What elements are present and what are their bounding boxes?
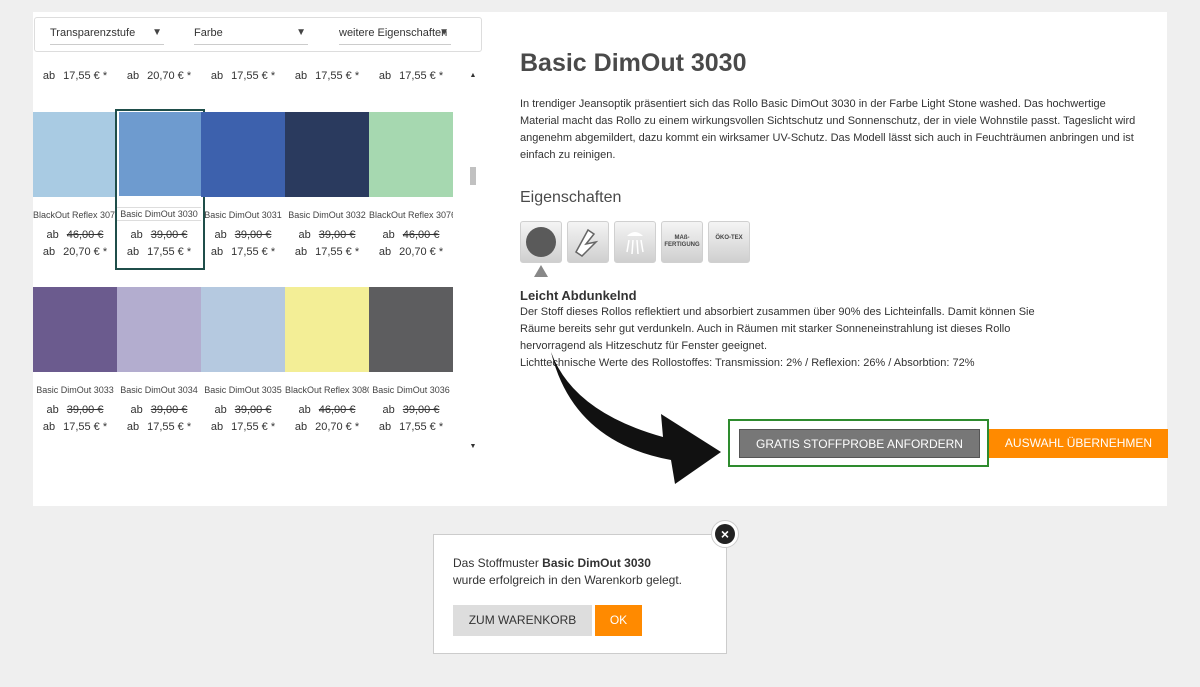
- swatch-color[interactable]: [285, 287, 369, 372]
- price-row: ab 17,55 € * ab 20,70 € * ab 17,55 € * ab 17…: [33, 70, 453, 86]
- swatch-name: Basic DimOut 3033: [36, 385, 114, 395]
- swatch-tile[interactable]: Basic DimOut 3033 ab 39,00 € ab 17,55 € *: [33, 287, 117, 452]
- price-cell: ab 17,55 € *: [210, 70, 276, 82]
- custom-made-icon[interactable]: MAß-FERTIGUNG: [661, 221, 703, 263]
- swatch-tile[interactable]: BlackOut Reflex 3072 ab 46,00 € ab 20,70 € *: [33, 112, 117, 286]
- popup-close-button[interactable]: ×: [711, 520, 739, 548]
- old-price: ab 46,00 €: [46, 229, 104, 241]
- filter-bar: Transparenzstufe ▼ Farbe ▼ weitere Eigen…: [34, 17, 482, 52]
- price-cell: ab 20,70 € *: [126, 70, 192, 82]
- new-price: ab 20,70 € *: [42, 246, 108, 258]
- grid-scrollbar[interactable]: ▲ ▼: [469, 72, 477, 450]
- old-price: ab 46,00 €: [382, 229, 440, 241]
- filter-color[interactable]: Farbe ▼: [194, 27, 308, 45]
- swatch-name: BlackOut Reflex 3076: [369, 210, 453, 220]
- new-price: ab 17,55 € *: [126, 246, 192, 258]
- close-icon: ×: [715, 524, 735, 544]
- swatch-color[interactable]: [117, 287, 201, 372]
- swatch-color[interactable]: [33, 287, 117, 372]
- filter-label: Farbe: [194, 27, 223, 39]
- annotation-arrow-icon: [551, 352, 721, 484]
- old-price: ab 39,00 €: [46, 404, 104, 416]
- swatch-name: BlackOut Reflex 3072: [33, 210, 117, 220]
- product-description: In trendiger Jeansoptik präsentiert sich…: [520, 98, 1136, 161]
- new-price: ab 17,55 € *: [42, 421, 108, 433]
- new-price: ab 20,70 € *: [378, 246, 444, 258]
- swatch-tile[interactable]: Basic DimOut 3030 ab 39,00 € ab 17,55 € *: [115, 109, 205, 286]
- swatch-tile[interactable]: Basic DimOut 3031 ab 39,00 € ab 17,55 € *: [201, 112, 285, 286]
- old-price: ab 39,00 €: [382, 404, 440, 416]
- swatch-color[interactable]: [119, 112, 201, 196]
- swatch-color[interactable]: [369, 112, 453, 197]
- swatch-tile[interactable]: Basic DimOut 3032 ab 39,00 € ab 17,55 € *: [285, 112, 369, 286]
- swatch-tile[interactable]: Basic DimOut 3034 ab 39,00 € ab 17,55 € *: [117, 287, 201, 452]
- product-title: Basic DimOut 3030: [520, 49, 747, 77]
- caret-down-icon: ▼: [439, 27, 449, 38]
- pointer-triangle: [534, 265, 548, 277]
- swatch-name: BlackOut Reflex 3080: [285, 385, 369, 395]
- swatch-color[interactable]: [33, 112, 117, 197]
- new-price: ab 17,55 € *: [126, 421, 192, 433]
- swatch-color[interactable]: [201, 112, 285, 197]
- popup-message: Das Stoffmuster Basic DimOut 3030 wurde …: [453, 556, 683, 587]
- swatch-name: Basic DimOut 3036: [372, 385, 450, 395]
- scroll-up-icon[interactable]: ▲: [469, 72, 477, 79]
- caret-down-icon: ▼: [296, 27, 306, 38]
- oeko-tex-icon[interactable]: ÖKO-TEX: [708, 221, 750, 263]
- filter-transparency[interactable]: Transparenzstufe ▼: [50, 27, 164, 45]
- caret-down-icon: ▼: [152, 27, 162, 38]
- old-price: ab 39,00 €: [130, 229, 188, 241]
- product-panel: Transparenzstufe ▼ Farbe ▼ weitere Eigen…: [33, 12, 1168, 506]
- scroll-down-icon[interactable]: ▼: [469, 443, 477, 450]
- swatch-tile[interactable]: BlackOut Reflex 3076 ab 46,00 € ab 20,70 € *: [369, 112, 453, 286]
- swatch-name: Basic DimOut 3034: [120, 385, 198, 395]
- swatch-name: Basic DimOut 3035: [204, 385, 282, 395]
- ok-button[interactable]: OK: [595, 605, 642, 636]
- cart-popup: Das Stoffmuster Basic DimOut 3030 wurde …: [433, 534, 727, 654]
- swatch-tile[interactable]: Basic DimOut 3035 ab 39,00 € ab 17,55 € *: [201, 287, 285, 452]
- swatch-name: Basic DimOut 3032: [288, 210, 366, 220]
- to-cart-button[interactable]: ZUM WARENKORB: [453, 605, 592, 636]
- cleaning-icon[interactable]: [567, 221, 609, 263]
- new-price: ab 17,55 € *: [210, 246, 276, 258]
- new-price: ab 17,55 € *: [378, 421, 444, 433]
- swatch-color[interactable]: [369, 287, 453, 372]
- swatch-tile[interactable]: Basic DimOut 3036 ab 39,00 € ab 17,55 € *: [369, 287, 453, 452]
- swatch-grid: ab 17,55 € * ab 20,70 € * ab 17,55 € * ab 17…: [33, 62, 465, 452]
- dimming-level-icon[interactable]: [520, 221, 562, 263]
- swatch-tile[interactable]: BlackOut Reflex 3080 ab 46,00 € ab 20,70 € *: [285, 287, 369, 452]
- swatch-color[interactable]: [285, 112, 369, 197]
- swatch-name: Basic DimOut 3031: [204, 210, 282, 220]
- new-price: ab 20,70 € *: [294, 421, 360, 433]
- old-price: ab 46,00 €: [298, 404, 356, 416]
- filter-label: weitere Eigenschaften: [339, 27, 448, 39]
- old-price: ab 39,00 €: [130, 404, 188, 416]
- new-price: ab 17,55 € *: [210, 421, 276, 433]
- swatch-name: Basic DimOut 3030: [117, 207, 201, 221]
- feature-title: Leicht Abdunkelnd: [520, 288, 637, 303]
- price-cell: ab 17,55 € *: [42, 70, 108, 82]
- new-price: ab 17,55 € *: [294, 246, 360, 258]
- apply-selection-button[interactable]: AUSWAHL ÜBERNEHMEN: [989, 429, 1168, 458]
- old-price: ab 39,00 €: [214, 229, 272, 241]
- swatch-color[interactable]: [201, 287, 285, 372]
- shower-icon[interactable]: [614, 221, 656, 263]
- filter-properties[interactable]: weitere Eigenschaften ▼: [339, 27, 451, 45]
- old-price: ab 39,00 €: [214, 404, 272, 416]
- filter-label: Transparenzstufe: [50, 27, 136, 39]
- request-sample-button[interactable]: GRATIS STOFFPROBE ANFORDERN: [739, 429, 980, 458]
- price-cell: ab 17,55 € *: [378, 70, 444, 82]
- scroll-thumb[interactable]: [470, 167, 476, 185]
- price-cell: ab 17,55 € *: [294, 70, 360, 82]
- old-price: ab 39,00 €: [298, 229, 356, 241]
- properties-heading: Eigenschaften: [520, 189, 622, 206]
